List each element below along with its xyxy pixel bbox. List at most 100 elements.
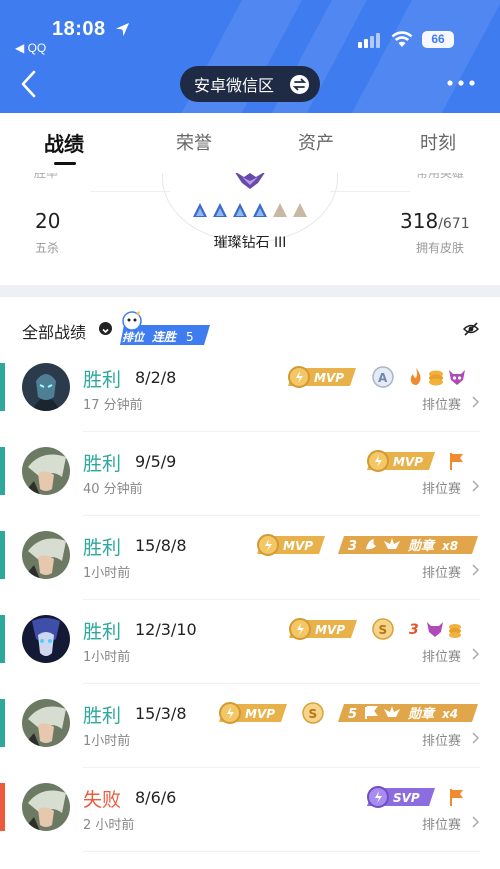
tab-honors[interactable]: 荣誉 [176, 129, 212, 155]
skins-value: 318/671 [400, 209, 470, 233]
header-decor-stripe [337, 0, 500, 113]
status-time: 18:08 [52, 18, 106, 40]
match-mode: 排位赛 [422, 566, 462, 581]
pentakills-value: 20 [35, 209, 61, 233]
hero-avatar [22, 615, 70, 663]
match-row[interactable]: 失败 8/6/6 2 小时前 SVP 排位赛 [0, 768, 500, 852]
streak-mode-text: 排位 [122, 331, 146, 344]
result-indicator-bar [0, 447, 5, 495]
match-kda: 15/8/8 [135, 536, 187, 555]
match-result: 失败 [83, 789, 122, 811]
battery-indicator: 66 [422, 31, 454, 48]
pentakills-label: 五杀 [35, 241, 60, 255]
flame-icon [410, 368, 421, 385]
diamond-rank-emblem-icon [235, 173, 265, 189]
hero-avatar [22, 531, 70, 579]
mvp-badge: MVP [289, 618, 357, 640]
match-time-ago: 1小时前 [83, 734, 131, 749]
chevron-right-icon [472, 564, 479, 576]
a-rating-badge-icon: A [372, 366, 394, 388]
match-kda: 8/6/6 [135, 788, 177, 807]
swap-icon [290, 75, 309, 94]
match-result: 胜利 [83, 705, 122, 727]
result-indicator-bar [0, 783, 5, 831]
hero-avatar [22, 699, 70, 747]
more-options-icon[interactable] [446, 78, 476, 88]
result-indicator-bar [0, 363, 5, 411]
match-kda: 15/3/8 [135, 704, 187, 723]
svg-text:S: S [309, 707, 318, 721]
streak-count-text: 5 [186, 330, 194, 344]
svg-text:勋章: 勋章 [407, 538, 436, 554]
svg-text:x4: x4 [441, 707, 458, 721]
match-history-list: 全部战绩 排位 连胜 5 胜利 8/2/8 17 分钟前 MVP A 排位赛 胜… [0, 297, 500, 869]
medal-badge: 5 勋章 x4 [338, 704, 478, 722]
hero-avatar [22, 783, 70, 831]
back-to-qq-link[interactable]: ◀ QQ [15, 41, 46, 55]
mvp-badge: MVP [367, 450, 435, 472]
match-row[interactable]: 胜利 12/3/10 1小时前 MVP S 3 排位赛 [0, 600, 500, 684]
cellular-signal-icon [358, 33, 380, 48]
medal-badge: 3 勋章 x8 [338, 536, 478, 554]
zone-switch-button[interactable]: 安卓微信区 [180, 66, 320, 102]
svg-text:MVP: MVP [283, 539, 313, 553]
match-row[interactable]: 胜利 8/2/8 17 分钟前 MVP A 排位赛 [0, 348, 500, 432]
tab-records[interactable]: 战绩 [44, 128, 84, 157]
match-row[interactable]: 胜利 15/3/8 1小时前 MVP S 5 勋章 x4 排位赛 [0, 684, 500, 768]
divider [90, 191, 170, 192]
win-rate-label: 胜率 [34, 173, 59, 180]
match-kda: 12/3/10 [135, 620, 197, 639]
mvp-badge: MVP [288, 366, 356, 388]
flag-icon [450, 453, 463, 470]
svg-text:MVP: MVP [393, 455, 423, 469]
svg-text:3: 3 [348, 539, 357, 554]
streak-label-text: 连胜 [152, 330, 178, 344]
chevron-right-icon [472, 816, 479, 828]
result-indicator-bar [0, 531, 5, 579]
rank-stars [193, 203, 307, 217]
app-header: 18:08 ◀ QQ 66 安卓微信区 [0, 0, 500, 113]
match-result: 胜利 [83, 453, 122, 475]
svg-text:MVP: MVP [315, 623, 345, 637]
hero-avatar [22, 447, 70, 495]
back-arrow-icon[interactable] [18, 69, 40, 99]
match-row[interactable]: 胜利 9/5/9 40 分钟前 MVP 排位赛 [0, 432, 500, 516]
match-mode: 排位赛 [422, 398, 462, 413]
filter-dropdown-label[interactable]: 全部战绩 [22, 319, 86, 343]
svg-text:5: 5 [348, 707, 357, 722]
match-time-ago: 2 小时前 [83, 818, 135, 833]
match-mode: 排位赛 [422, 482, 462, 497]
match-kda: 8/2/8 [135, 368, 177, 387]
match-result: 胜利 [83, 537, 122, 559]
svg-text:勋章: 勋章 [407, 706, 436, 722]
match-result: 胜利 [83, 621, 122, 643]
flag-icon [450, 789, 463, 806]
win-streak-badge: 排位 连胜 5 [120, 311, 210, 345]
match-row[interactable]: 胜利 15/8/8 1小时前 MVP 3 勋章 x8 排位赛 [0, 516, 500, 600]
match-mode: 排位赛 [422, 734, 462, 749]
tab-assets[interactable]: 资产 [298, 129, 334, 155]
row-divider [83, 851, 480, 852]
svg-text:MVP: MVP [245, 707, 275, 721]
svg-text:SVP: SVP [393, 791, 420, 805]
tab-moments[interactable]: 时刻 [420, 129, 456, 155]
chevron-right-icon [472, 480, 479, 492]
match-time-ago: 40 分钟前 [83, 482, 143, 497]
svg-text:MVP: MVP [314, 371, 344, 385]
svg-text:x8: x8 [441, 539, 458, 553]
demon-icon [449, 370, 465, 385]
hide-eye-icon[interactable] [463, 322, 479, 336]
skins-label: 拥有皮肤 [416, 241, 465, 255]
result-indicator-bar [0, 699, 5, 747]
svg-text:S: S [379, 623, 388, 637]
hero-avatar [22, 363, 70, 411]
svg-text:3: 3 [409, 622, 419, 638]
match-kda: 9/5/9 [135, 452, 177, 471]
match-result: 胜利 [83, 369, 122, 391]
chevron-down-icon[interactable] [99, 322, 112, 335]
divider [330, 191, 410, 192]
match-time-ago: 1小时前 [83, 650, 131, 665]
s-rating-badge-icon: S [372, 618, 394, 640]
wifi-icon [391, 31, 413, 47]
active-tab-indicator [54, 162, 76, 165]
